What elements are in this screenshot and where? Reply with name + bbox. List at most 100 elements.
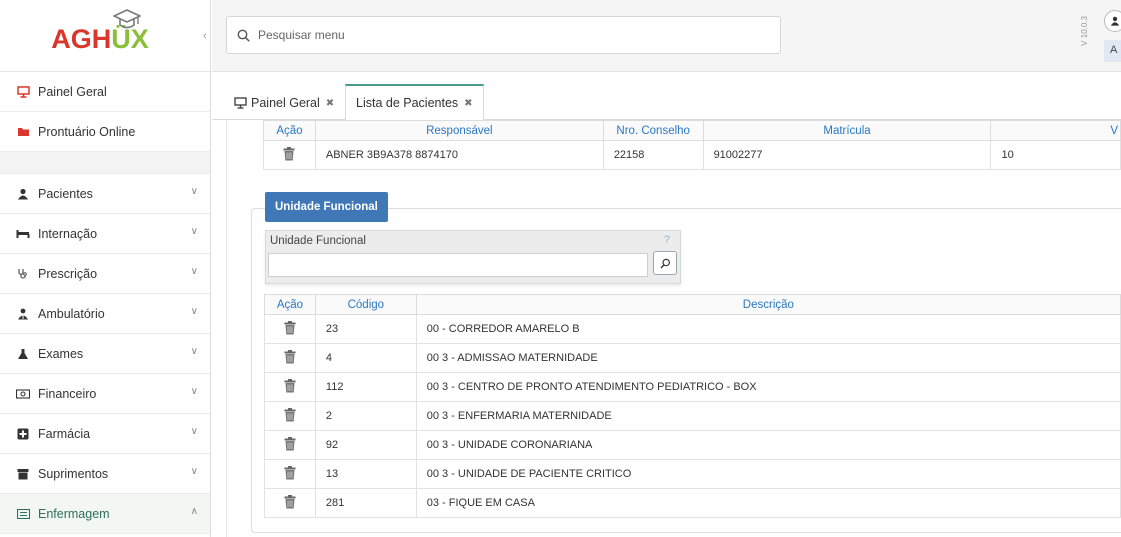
sidebar-item-label: Financeiro: [38, 386, 97, 401]
chevron-down-icon: ∨: [190, 426, 198, 437]
sidebar-item-exames[interactable]: Exames ∨: [0, 334, 210, 374]
sidebar-item-label: Pacientes: [38, 186, 93, 201]
column-header[interactable]: Código: [314, 294, 417, 315]
codigo-cell: 13: [314, 459, 417, 489]
sidebar-item-label: Painel Geral: [38, 84, 107, 99]
conselho-cell: 22158: [602, 140, 704, 170]
close-icon[interactable]: ✖: [326, 98, 334, 109]
pharmacy-icon: [16, 427, 30, 441]
delete-cell: [264, 372, 316, 402]
responsavel-table: Ação Responsável Nro. Conselho Matrícula…: [263, 120, 1121, 170]
search-button[interactable]: [653, 251, 677, 275]
help-icon[interactable]: ?: [664, 234, 670, 246]
delete-cell: [264, 343, 316, 373]
trash-icon[interactable]: [284, 407, 296, 422]
column-header[interactable]: V: [990, 120, 1121, 141]
sidebar-item-prescricao[interactable]: Prescrição ∨: [0, 254, 210, 294]
column-header[interactable]: Nro. Conselho: [602, 120, 704, 141]
table-row[interactable]: 4 00 3 - ADMISSAO MATERNIDADE: [264, 343, 1121, 373]
folder-icon: [16, 125, 30, 139]
codigo-cell: 92: [314, 430, 417, 460]
codigo-cell: 112: [314, 372, 417, 402]
sidebar-item-prontuario-online[interactable]: Prontuário Online: [0, 112, 210, 152]
sidebar-item-ambulatorio[interactable]: Ambulatório ∨: [0, 294, 210, 334]
tab-painel-geral[interactable]: Painel Geral ✖: [234, 86, 334, 120]
unidade-funcional-legend: Unidade Funcional: [265, 192, 388, 222]
codigo-cell: 4: [314, 343, 417, 373]
search-menu-input[interactable]: [258, 28, 738, 42]
codigo-cell: 2: [314, 401, 417, 431]
chevron-left-icon[interactable]: ‹: [203, 30, 207, 42]
sidebar-divider: [0, 152, 210, 174]
codigo-cell: 281: [314, 488, 417, 518]
close-icon[interactable]: ✖: [464, 98, 472, 109]
user-initial-badge[interactable]: A: [1104, 40, 1121, 62]
sidebar-item-label: Exames: [38, 346, 84, 361]
column-header[interactable]: Responsável: [314, 120, 604, 141]
sidebar-item-label: Enfermagem: [38, 506, 110, 521]
delete-cell: [263, 140, 316, 170]
chevron-down-icon: ∨: [190, 226, 198, 237]
card-icon: [16, 507, 30, 521]
trash-icon[interactable]: [284, 378, 296, 393]
sidebar-item-suprimentos[interactable]: Suprimentos ∨: [0, 454, 210, 494]
doctor-icon: [16, 307, 30, 321]
bed-icon: [16, 227, 30, 241]
column-header[interactable]: Descrição: [415, 294, 1121, 315]
trash-icon[interactable]: [283, 146, 295, 161]
table-row: ABNER 3B9A378 8874170 22158 91002277 10: [263, 140, 1121, 170]
table-row[interactable]: 13 00 3 - UNIDADE DE PACIENTE CRITICO: [264, 459, 1121, 489]
delete-cell: [264, 459, 316, 489]
tab-lista-de-pacientes[interactable]: Lista de Pacientes ✖: [345, 84, 484, 121]
trash-icon[interactable]: [284, 349, 296, 364]
trash-icon[interactable]: [284, 436, 296, 451]
trash-icon[interactable]: [284, 494, 296, 509]
sidebar-item-farmacia[interactable]: Farmácia ∨: [0, 414, 210, 454]
search-menu-box[interactable]: [226, 16, 781, 54]
topbar: V 10.0.3 A: [212, 0, 1121, 72]
unidade-funcional-input[interactable]: [268, 253, 648, 277]
chevron-down-icon: ∨: [190, 386, 198, 397]
search-icon: [237, 29, 250, 42]
chevron-down-icon: ∨: [190, 466, 198, 477]
column-header[interactable]: Ação: [264, 294, 316, 315]
table-row[interactable]: 2 00 3 - ENFERMARIA MATERNIDADE: [264, 401, 1121, 431]
delete-cell: [264, 430, 316, 460]
delete-cell: [264, 314, 316, 344]
tab-label: Lista de Pacientes: [356, 96, 459, 110]
chevron-down-icon: ∨: [190, 346, 198, 357]
tab-bar: Painel Geral ✖ Lista de Pacientes ✖: [212, 72, 1121, 121]
main-content: Ação Responsável Nro. Conselho Matrícula…: [226, 120, 1121, 537]
table-row[interactable]: 112 00 3 - CENTRO DE PRONTO ATENDIMENTO P…: [264, 372, 1121, 402]
table-row[interactable]: 92 00 3 - UNIDADE CORONARIANA: [264, 430, 1121, 460]
trash-icon[interactable]: [284, 320, 296, 335]
chevron-down-icon: ∨: [190, 186, 198, 197]
user-icon: [16, 187, 30, 201]
user-icon[interactable]: [1104, 10, 1121, 32]
table-row[interactable]: 23 00 - CORREDOR AMARELO B: [264, 314, 1121, 344]
unidade-funcional-table: Ação Código Descrição 23 00 - CORREDOR AM…: [264, 294, 1121, 518]
table-row[interactable]: 281 03 - FIQUE EM CASA: [264, 488, 1121, 518]
logo-area: AGHÜX ‹: [0, 0, 210, 72]
column-header[interactable]: Matrícula: [702, 120, 992, 141]
descricao-cell: 00 3 - UNIDADE CORONARIANA: [415, 430, 1121, 460]
sidebar-item-financeiro[interactable]: Financeiro ∨: [0, 374, 210, 414]
sidebar-item-label: Suprimentos: [38, 466, 109, 481]
chevron-down-icon: ∨: [190, 306, 198, 317]
graduation-cap-icon: [113, 9, 141, 29]
flask-icon: [16, 347, 30, 361]
column-header[interactable]: Ação: [263, 120, 316, 141]
monitor-icon: [234, 97, 247, 109]
trash-icon[interactable]: [284, 465, 296, 480]
sidebar: AGHÜX ‹ Painel Geral Prontuário Online P…: [0, 0, 211, 537]
sidebar-item-painel-geral[interactable]: Painel Geral: [0, 72, 210, 112]
sidebar-item-pacientes[interactable]: Pacientes ∨: [0, 174, 210, 214]
sidebar-item-internacao[interactable]: Internação ∨: [0, 214, 210, 254]
sidebar-item-enfermagem[interactable]: Enfermagem ∧: [0, 494, 210, 534]
sidebar-item-label: Farmácia: [38, 426, 91, 441]
v-cell: 10: [990, 140, 1121, 170]
box-icon: [16, 467, 30, 481]
sidebar-item-label: Prontuário Online: [38, 124, 136, 139]
tab-label: Painel Geral: [251, 96, 320, 110]
sidebar-item-label: Internação: [38, 226, 98, 241]
